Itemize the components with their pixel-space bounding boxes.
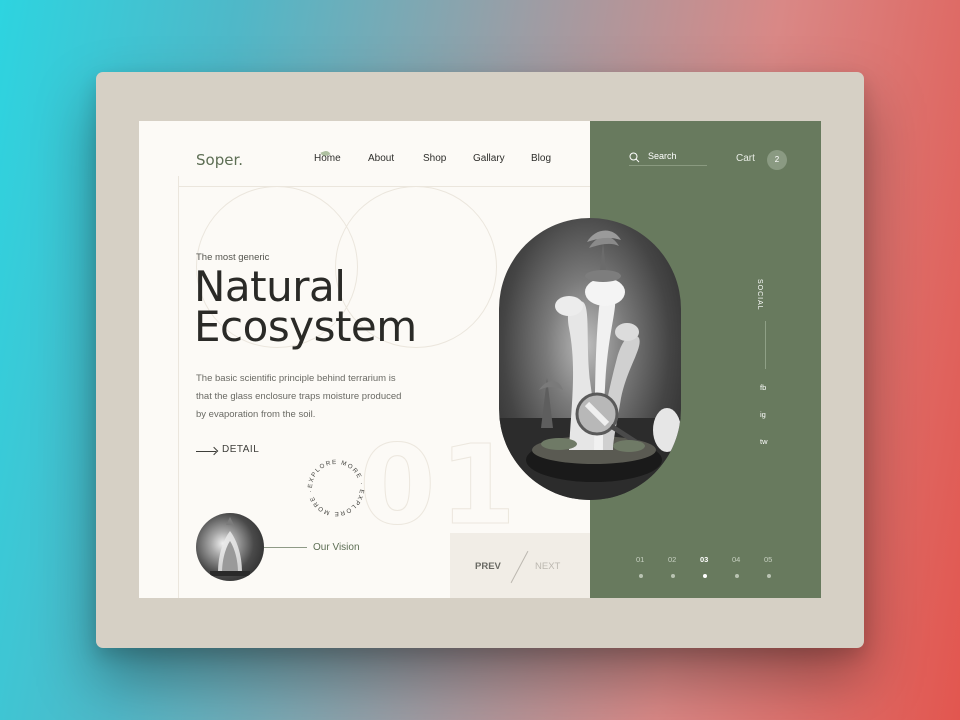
hero-title: Natural Ecosystem [194, 262, 417, 351]
social-ig-link[interactable]: ig [760, 410, 766, 419]
social-label: SOCIAL [756, 279, 763, 311]
cart-link[interactable]: Cart [736, 153, 755, 164]
slide-dot-4[interactable] [735, 574, 739, 578]
explore-more-badge[interactable]: EXPLORE MORE · EXPLORE MORE · [305, 457, 367, 519]
slide-index-02[interactable]: 02 [668, 555, 676, 564]
slide-dot-2[interactable] [671, 574, 675, 578]
slide-number-outline: 01 [358, 421, 521, 550]
slide-dot-3-active[interactable] [703, 574, 707, 578]
next-button[interactable]: NEXT [535, 561, 560, 572]
explore-more-text: EXPLORE MORE · EXPLORE MORE · [307, 459, 364, 517]
hero-terrarium-image [499, 218, 681, 500]
slide-index-05[interactable]: 05 [764, 555, 772, 564]
social-fb-link[interactable]: fb [760, 383, 766, 392]
nav-shop[interactable]: Shop [423, 153, 446, 164]
nav-home[interactable]: Home [314, 153, 341, 164]
guide-line-vertical [178, 176, 179, 598]
nav-about[interactable]: About [368, 153, 394, 164]
social-divider [765, 321, 766, 369]
arrow-right-icon [196, 451, 216, 452]
hero-description: The basic scientific principle behind te… [196, 373, 402, 420]
slide-dot-5[interactable] [767, 574, 771, 578]
svg-text:EXPLORE MORE · EXPLORE MORE ·: EXPLORE MORE · EXPLORE MORE · [307, 459, 365, 517]
nav-blog[interactable]: Blog [531, 153, 551, 164]
detail-label: DETAIL [222, 444, 260, 455]
slide-index-04[interactable]: 04 [732, 555, 740, 564]
slide-index-03[interactable]: 03 [700, 555, 708, 564]
slide-dot-1[interactable] [639, 574, 643, 578]
search-field[interactable]: Search [629, 151, 707, 166]
search-icon [629, 152, 640, 163]
social-tw-link[interactable]: tw [760, 437, 768, 446]
vision-connector [264, 547, 307, 548]
brand-logo[interactable]: Soper. [196, 151, 243, 169]
hero-title-line-1: Natural [194, 262, 346, 311]
our-vision-link[interactable]: Our Vision [313, 542, 360, 553]
nav-gallary[interactable]: Gallary [473, 153, 505, 164]
prev-button[interactable]: PREV [475, 561, 501, 572]
slide-index-01[interactable]: 01 [636, 555, 644, 564]
landing-page: 01 Soper. Home About Shop Gallary Blog S… [139, 121, 821, 598]
cart-count-badge[interactable]: 2 [767, 150, 787, 170]
hero-title-line-2: Ecosystem [194, 302, 417, 351]
search-label: Search [648, 151, 677, 161]
vision-thumbnail[interactable] [196, 513, 264, 581]
guide-line-horizontal [178, 186, 590, 187]
